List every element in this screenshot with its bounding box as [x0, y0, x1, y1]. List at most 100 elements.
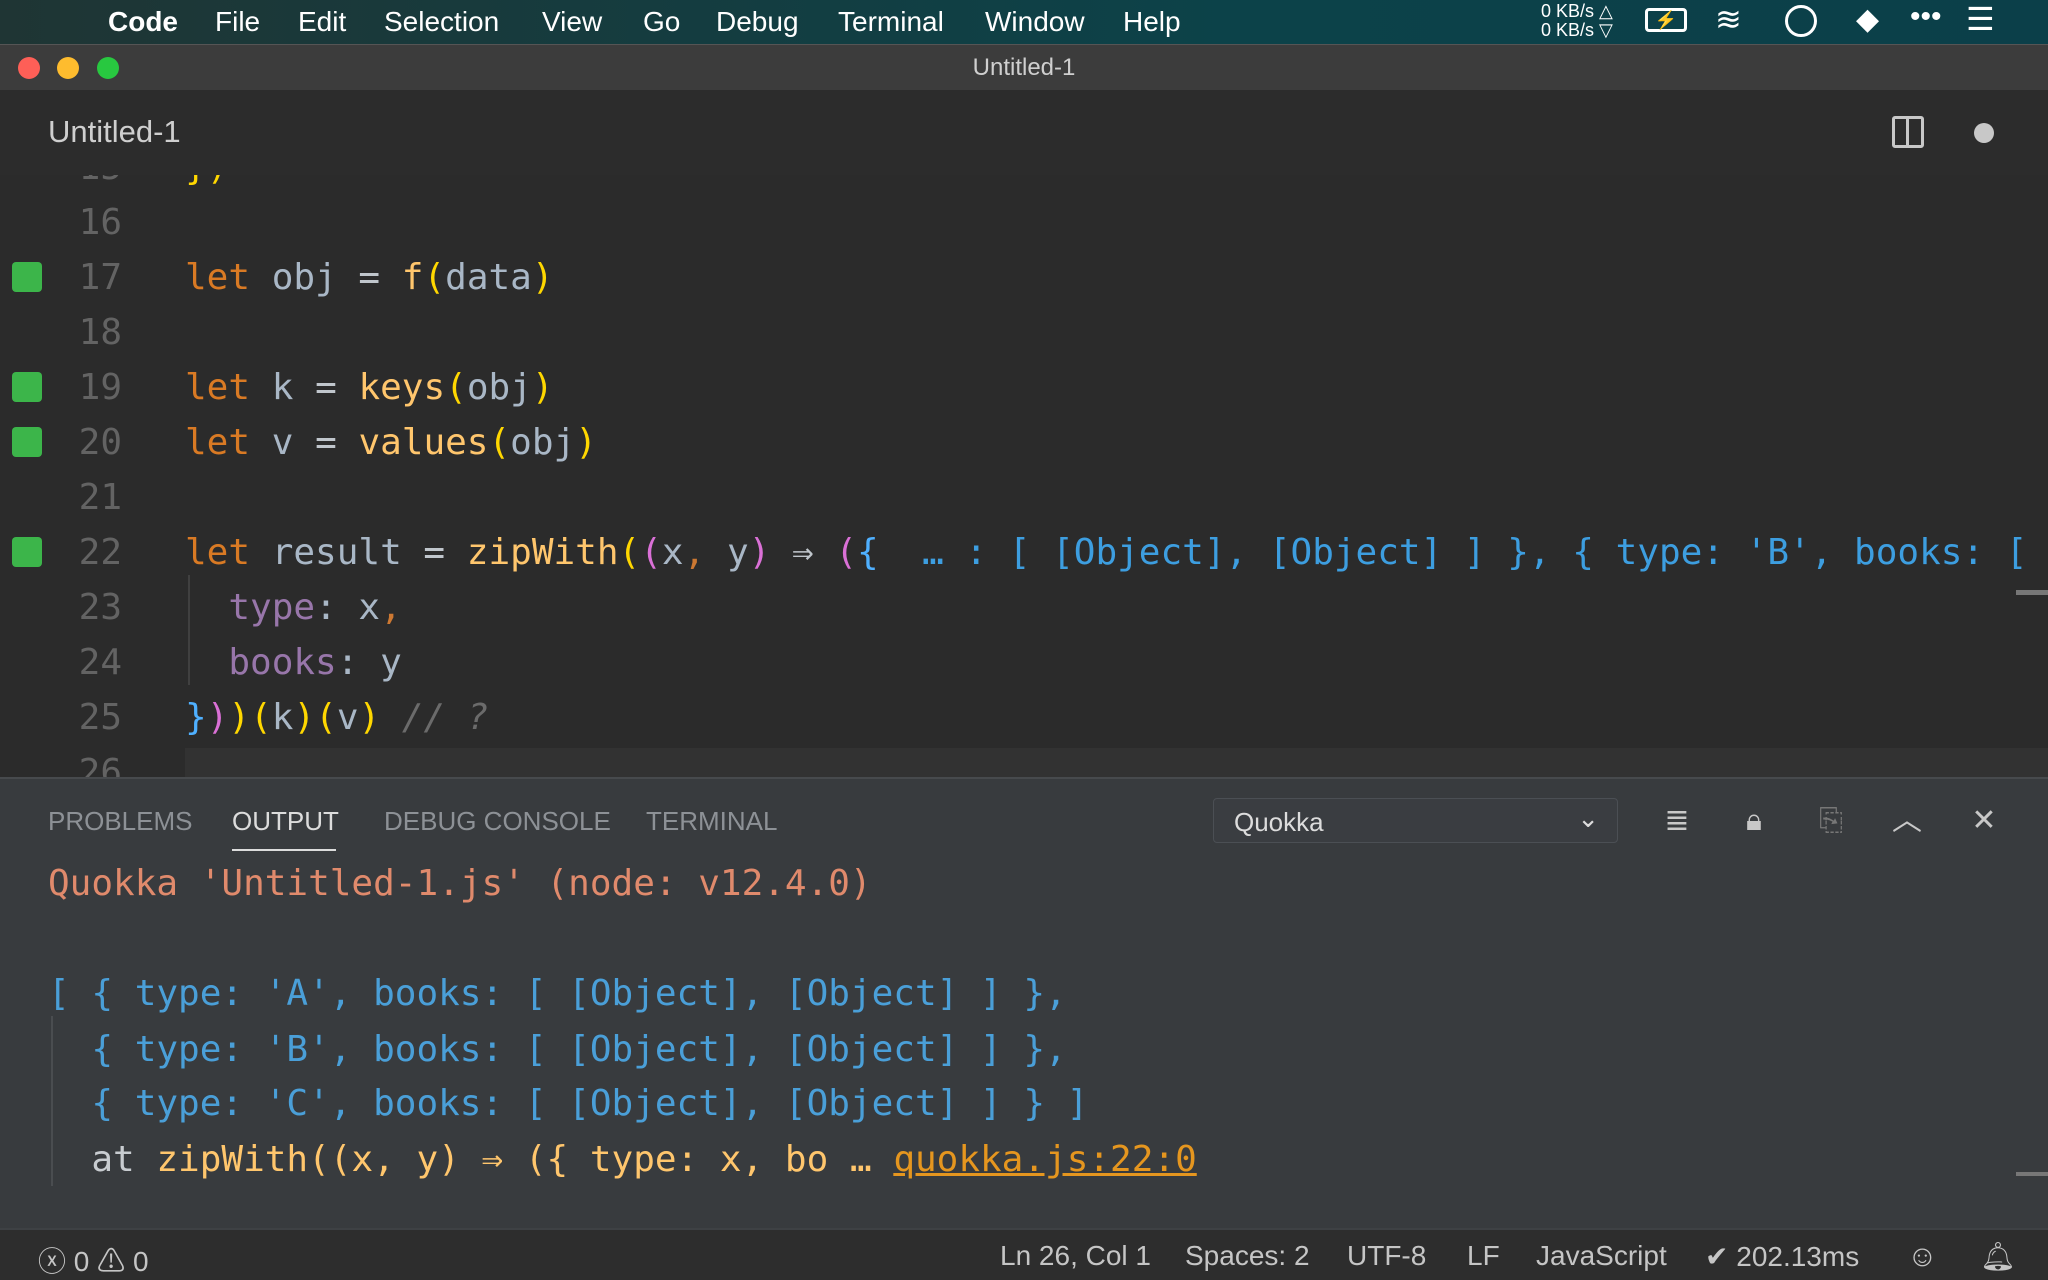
code-line[interactable]: 16	[0, 194, 2048, 249]
trace-function: zipWith((x, y) ⇒ ({ type: x, bo …	[156, 1139, 872, 1180]
code-token: : y	[336, 642, 402, 683]
code-token: =	[358, 257, 381, 298]
line-number: 24	[78, 642, 122, 683]
line-number: 16	[78, 202, 122, 243]
code-line[interactable]: 22 let result = zipWith((x, y) ⇒ ({ … : […	[0, 524, 2048, 579]
code-token: (	[618, 532, 641, 573]
code-token: obj	[466, 367, 532, 408]
indentation[interactable]: Spaces: 2	[1185, 1240, 1310, 1272]
code-line[interactable]: 21	[0, 469, 2048, 524]
code-token: k	[250, 367, 316, 408]
overview-ruler-mark	[2016, 590, 2048, 595]
code-token: (	[445, 367, 467, 408]
net-up: 0 KB/s	[1541, 1, 1595, 21]
dropbox-icon[interactable]: ◆	[1856, 2, 1879, 37]
code-token: )	[748, 532, 771, 573]
warning-count: 0	[132, 1246, 149, 1277]
problems-indicator[interactable]: ⓧ 0 ⚠ 0	[38, 1240, 149, 1280]
code-token: )	[206, 697, 229, 738]
encoding[interactable]: UTF-8	[1347, 1240, 1426, 1272]
menu-terminal[interactable]: Terminal	[838, 6, 944, 38]
code-token: obj	[510, 422, 576, 463]
clock-icon[interactable]	[1785, 5, 1817, 37]
code-token: )	[228, 697, 251, 738]
code-token: result	[250, 532, 424, 573]
code-token: obj	[250, 257, 359, 298]
code-token: (	[315, 697, 337, 738]
code-token: })	[185, 175, 228, 188]
code-line[interactable]: 17 let obj = f(data)	[0, 249, 2048, 304]
panel-overview-mark	[2016, 1172, 2048, 1176]
code-line[interactable]: 26	[0, 744, 2048, 777]
code-token: : x	[315, 587, 381, 628]
code-token: (	[250, 697, 272, 738]
menu-debug[interactable]: Debug	[716, 6, 799, 38]
menu-help[interactable]: Help	[1123, 6, 1181, 38]
code-line[interactable]: 19 let k = keys(obj)	[0, 359, 2048, 414]
line-code: let k = keys(obj)	[185, 367, 554, 408]
code-token: )	[531, 367, 554, 408]
menu-bar: Code File Edit Selection View Go Debug T…	[0, 0, 2048, 44]
code-token: =	[315, 367, 337, 408]
code-line[interactable]: 18	[0, 304, 2048, 359]
split-editor-icon[interactable]	[1892, 116, 1924, 148]
code-token: (	[835, 532, 858, 573]
wifi-icon[interactable]: ≋	[1715, 0, 1742, 38]
code-token: // ?	[380, 697, 489, 738]
code-token: )	[531, 257, 554, 298]
notifications-bell-icon[interactable]: 🔔︎	[1980, 1240, 2016, 1273]
menu-window[interactable]: Window	[985, 6, 1085, 38]
code-token: type	[228, 587, 316, 628]
line-code: let obj = f(data)	[185, 257, 554, 298]
code-editor[interactable]: 15}) 16 17let obj = f(data)18 19 let k = key…	[0, 175, 2048, 777]
code-token: )	[575, 422, 597, 463]
code-token: x	[661, 532, 684, 573]
menu-code[interactable]: Code	[108, 6, 178, 38]
code-line[interactable]: 20 let v = values(obj)	[0, 414, 2048, 469]
code-line[interactable]: 24 books: y	[0, 634, 2048, 689]
unsaved-dot-icon[interactable]	[1974, 123, 1994, 143]
line-number: 19	[78, 367, 122, 408]
window-title: Untitled-1	[972, 54, 1076, 81]
line-number: 22	[78, 532, 122, 573]
output-content[interactable]: Quokka 'Untitled-1.js' (node: v12.4.0) […	[0, 777, 2048, 1228]
code-token: (	[423, 257, 446, 298]
output-line: [ { type: 'A', books: [ [Object], [Objec…	[48, 973, 1067, 1014]
code-token: values	[358, 422, 489, 463]
line-number: 21	[78, 477, 122, 518]
code-token: let	[185, 367, 251, 408]
menu-edit[interactable]: Edit	[298, 6, 346, 38]
output-line: { type: 'C', books: [ [Object], [Object]…	[48, 1083, 1089, 1124]
code-line[interactable]: 23 type: x,	[0, 579, 2048, 634]
battery-icon[interactable]: ⚡	[1645, 8, 1687, 32]
code-token: ,	[683, 532, 706, 573]
code-line[interactable]: 15})	[0, 175, 2048, 194]
trace-link[interactable]: quokka.js:22:0	[893, 1139, 1196, 1180]
end-of-line[interactable]: LF	[1467, 1240, 1500, 1272]
quokka-timing[interactable]: ✔ 202.13ms	[1705, 1240, 1859, 1273]
editor-tab-untitled[interactable]: Untitled-1	[48, 114, 181, 150]
line-number: 20	[78, 422, 122, 463]
line-code: let result = zipWith((x, y) ⇒ ({ … : [ […	[185, 532, 2048, 573]
code-line[interactable]: 25}))(k)(v) // ?	[0, 689, 2048, 744]
code-token: zipWith	[466, 532, 619, 573]
network-monitor[interactable]: 0 KB/s △ 0 KB/s ▽	[1541, 2, 1613, 40]
coverage-marker-icon	[12, 262, 42, 292]
line-code: let v = values(obj)	[185, 422, 597, 463]
cursor-position[interactable]: Ln 26, Col 1	[1000, 1240, 1151, 1272]
code-token: let	[185, 257, 251, 298]
trace-at: at	[48, 1139, 157, 1180]
more-icon[interactable]: •••	[1910, 0, 1942, 34]
menu-view[interactable]: View	[542, 6, 602, 38]
list-icon[interactable]: ☰	[1966, 0, 1995, 38]
menu-file[interactable]: File	[215, 6, 260, 38]
menu-go[interactable]: Go	[643, 6, 680, 38]
language-mode[interactable]: JavaScript	[1536, 1240, 1667, 1272]
line-code: type: x,	[185, 587, 401, 628]
feedback-smiley-icon[interactable]: ☺	[1907, 1240, 1938, 1274]
menu-selection[interactable]: Selection	[384, 6, 499, 38]
